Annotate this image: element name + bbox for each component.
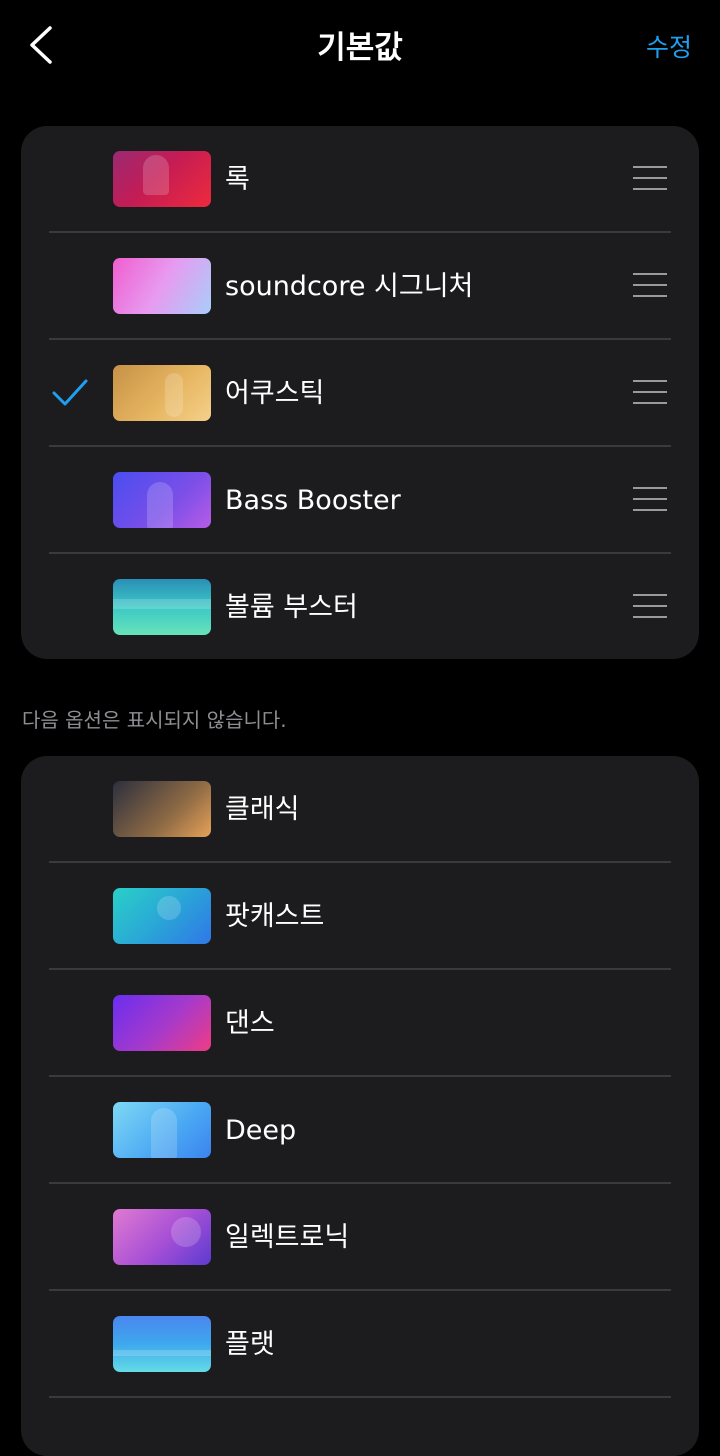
preset-thumbnail [113, 781, 211, 837]
drag-handle-icon[interactable] [633, 379, 667, 405]
preset-label: 볼륨 부스터 [225, 592, 358, 623]
preset-thumbnail [113, 472, 211, 528]
hidden-options-note: 다음 옵션은 표시되지 않습니다. [22, 708, 287, 732]
checkmark-icon [52, 379, 88, 406]
preset-label: Deep [225, 1115, 297, 1146]
divider [49, 1396, 671, 1398]
drag-handle-icon[interactable] [633, 486, 667, 512]
preset-label: 팟캐스트 [225, 901, 325, 932]
preset-thumbnail [113, 258, 211, 314]
preset-row-podcast[interactable]: 팟캐스트 [21, 863, 699, 970]
edit-button[interactable]: 수정 [646, 28, 692, 64]
preset-thumbnail [113, 579, 211, 635]
preset-row-volume-booster[interactable]: 볼륨 부스터 [21, 554, 699, 659]
preset-label: 클래식 [225, 794, 300, 825]
preset-row-acoustic[interactable]: 어쿠스틱 [21, 340, 699, 447]
preset-label: 일렉트로닉 [225, 1222, 350, 1253]
preset-row-electronic[interactable]: 일렉트로닉 [21, 1184, 699, 1291]
preset-row-deep[interactable]: Deep [21, 1077, 699, 1184]
preset-label: 록 [225, 164, 250, 195]
preset-thumbnail [113, 365, 211, 421]
drag-handle-icon[interactable] [633, 165, 667, 191]
page-title: 기본값 [317, 30, 403, 66]
preset-row-classic[interactable]: 클래식 [21, 756, 699, 863]
preset-label: 댄스 [225, 1008, 275, 1039]
preset-row-bass-booster[interactable]: Bass Booster [21, 447, 699, 554]
preset-label: soundcore 시그니처 [225, 271, 474, 302]
preset-thumbnail [113, 1102, 211, 1158]
top-bar: 기본값 수정 [0, 0, 720, 90]
preset-row-flat[interactable]: 플랫 [21, 1291, 699, 1398]
preset-thumbnail [113, 151, 211, 207]
active-presets-list: 록 soundcore 시그니처 어쿠스틱 Bass Booster 볼륨 부스… [21, 126, 699, 659]
preset-thumbnail [113, 1209, 211, 1265]
drag-handle-icon[interactable] [633, 272, 667, 298]
preset-label: 플랫 [225, 1329, 275, 1360]
preset-row-rock[interactable]: 록 [21, 126, 699, 233]
drag-handle-icon[interactable] [633, 593, 667, 619]
preset-thumbnail [113, 1316, 211, 1372]
preset-row-dance[interactable]: 댄스 [21, 970, 699, 1077]
preset-row-signature[interactable]: soundcore 시그니처 [21, 233, 699, 340]
hidden-presets-list: 클래식 팟캐스트 댄스 Deep 일렉트로닉 플랫 [21, 756, 699, 1456]
preset-thumbnail [113, 888, 211, 944]
preset-thumbnail [113, 995, 211, 1051]
preset-label: 어쿠스틱 [225, 378, 325, 409]
preset-label: Bass Booster [225, 485, 401, 516]
